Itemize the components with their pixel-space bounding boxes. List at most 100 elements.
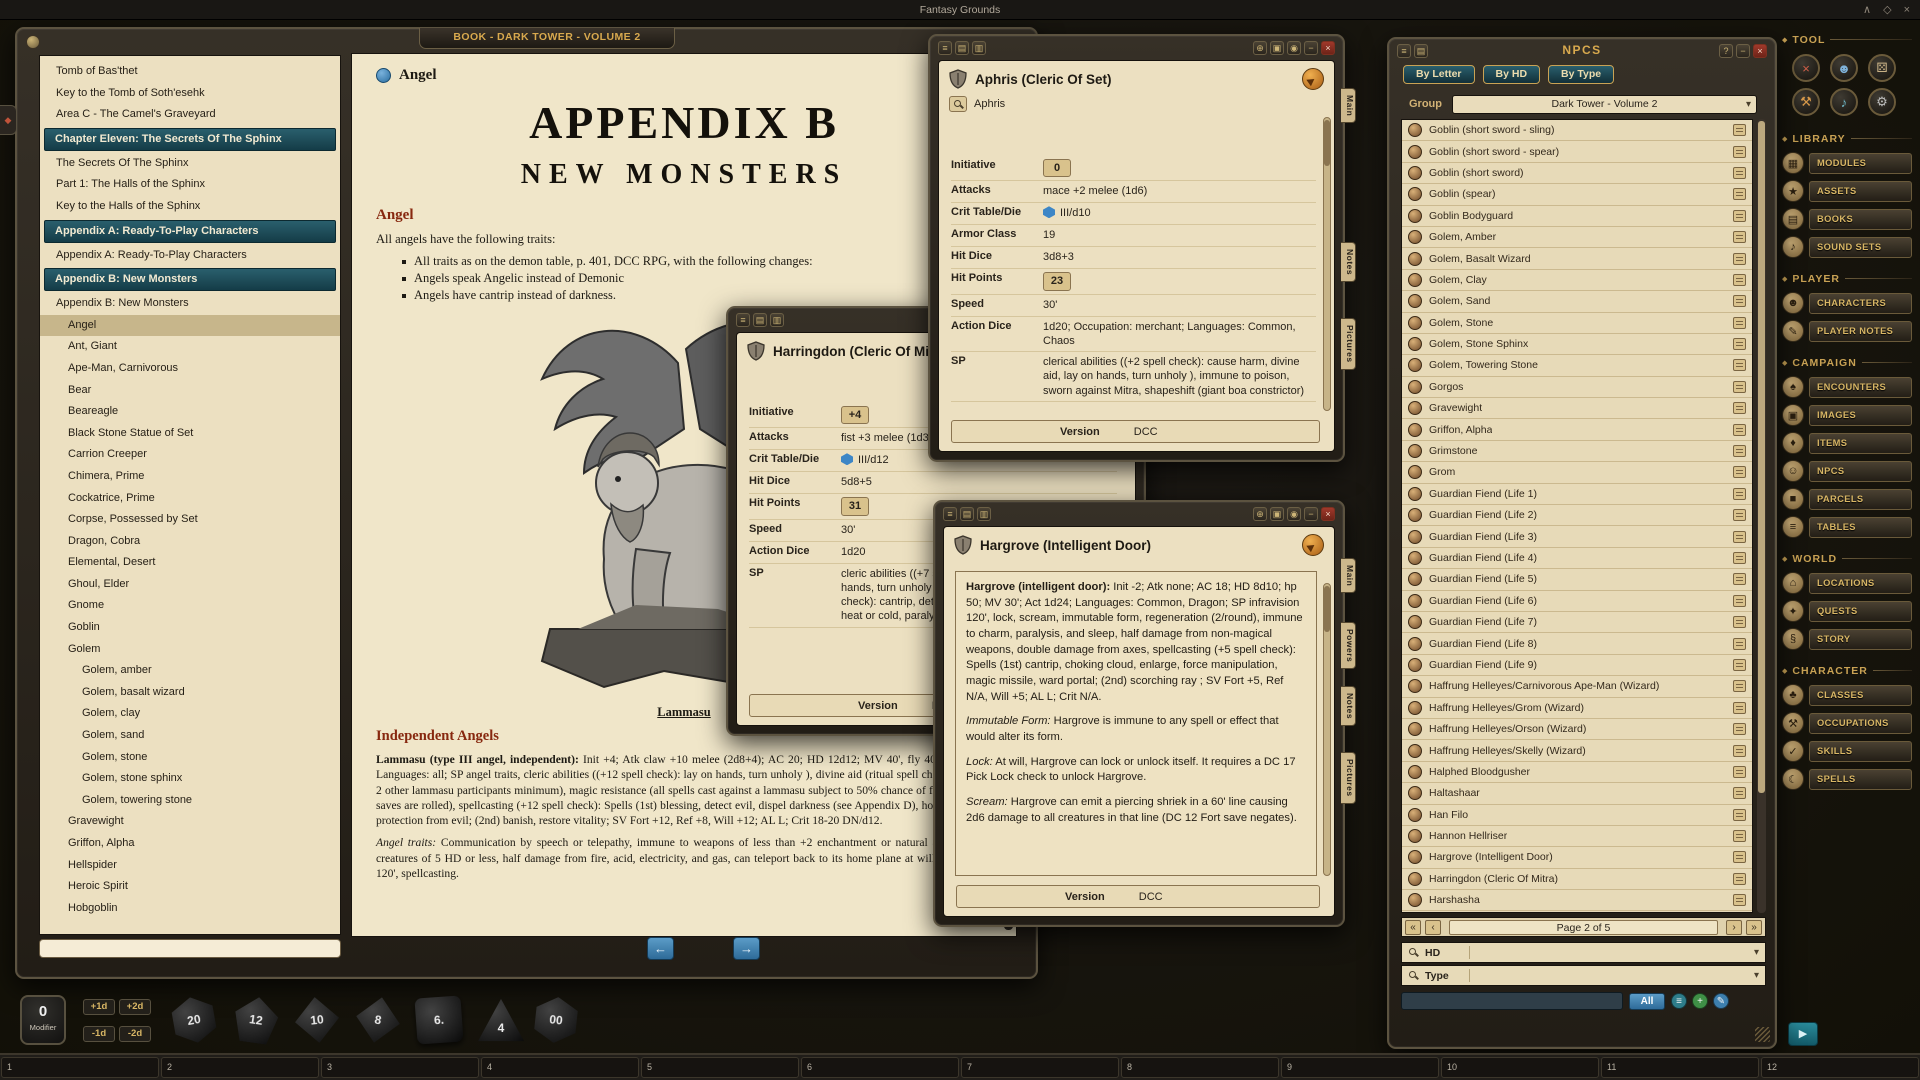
npc-list-item[interactable]: Golem, Towering Stone bbox=[1402, 355, 1752, 376]
toc-item[interactable]: Angel bbox=[40, 315, 340, 337]
next-page-button[interactable]: › bbox=[1726, 920, 1742, 935]
toc-item[interactable]: Tomb of Bas'thet bbox=[40, 61, 340, 83]
zoom-icon[interactable]: ⊕ bbox=[1253, 507, 1267, 521]
group-select[interactable]: Dark Tower - Volume 2 ▾ bbox=[1452, 95, 1757, 114]
dice-tower-icon[interactable]: ⚄ bbox=[1868, 54, 1896, 82]
npc-list-item[interactable]: Guardian Fiend (Life 9) bbox=[1402, 655, 1752, 676]
hotkey-slot-9[interactable]: 9 bbox=[1281, 1057, 1439, 1078]
lock-icon[interactable]: ▣ bbox=[1270, 41, 1284, 55]
npc-list-item[interactable]: Goblin (short sword - sling) bbox=[1402, 120, 1752, 141]
sort-button-by-letter[interactable]: By Letter bbox=[1403, 65, 1475, 84]
stat-value-box[interactable]: 23 bbox=[1043, 272, 1071, 290]
npc-list-item[interactable]: Guardian Fiend (Life 5) bbox=[1402, 569, 1752, 590]
npc-list-item[interactable]: Haffrung Helleyes/Carnivorous Ape-Man (W… bbox=[1402, 676, 1752, 697]
npc-list-item[interactable]: Gorgos bbox=[1402, 377, 1752, 398]
npc-list-item[interactable]: Guardian Fiend (Life 7) bbox=[1402, 612, 1752, 633]
open-record-icon[interactable] bbox=[1733, 317, 1746, 329]
open-record-icon[interactable] bbox=[1733, 830, 1746, 842]
minimize-icon[interactable]: − bbox=[1736, 44, 1750, 58]
toc-item[interactable]: Golem, basalt wizard bbox=[40, 682, 340, 704]
npc-list-item[interactable]: Haffrung Helleyes/Orson (Wizard) bbox=[1402, 719, 1752, 740]
sidebar-item-story[interactable]: §STORY bbox=[1782, 628, 1912, 650]
last-page-button[interactable]: » bbox=[1746, 920, 1762, 935]
hotkey-slot-5[interactable]: 5 bbox=[641, 1057, 799, 1078]
sort-button-by-type[interactable]: By Type bbox=[1548, 65, 1614, 84]
sidebar-item-locations[interactable]: ⌂LOCATIONS bbox=[1782, 572, 1912, 594]
npc-list-item[interactable]: Guardian Fiend (Life 2) bbox=[1402, 505, 1752, 526]
open-record-icon[interactable] bbox=[1733, 552, 1746, 564]
npc-list-item[interactable]: Harringdon (Cleric Of Mitra) bbox=[1402, 869, 1752, 890]
open-record-icon[interactable] bbox=[1733, 167, 1746, 179]
open-record-icon[interactable] bbox=[1733, 659, 1746, 671]
notes-icon[interactable]: ▥ bbox=[770, 313, 784, 327]
npc-list-item[interactable]: Guardian Fiend (Life 6) bbox=[1402, 591, 1752, 612]
open-record-icon[interactable] bbox=[1733, 787, 1746, 799]
npc-list-item[interactable]: Golem, Clay bbox=[1402, 270, 1752, 291]
sidebar-item-quests[interactable]: ✦QUESTS bbox=[1782, 600, 1912, 622]
open-record-icon[interactable] bbox=[1733, 509, 1746, 521]
list-scrollbar-thumb[interactable] bbox=[1758, 121, 1765, 793]
sidebar-item-sound-sets[interactable]: ♪SOUND SETS bbox=[1782, 236, 1912, 258]
npc-list-item[interactable]: Griffon, Alpha bbox=[1402, 419, 1752, 440]
lock-icon[interactable]: ▣ bbox=[1270, 507, 1284, 521]
modifier-button-plus1d[interactable]: +1d bbox=[83, 999, 115, 1015]
tab-notes[interactable]: Notes bbox=[1341, 242, 1356, 282]
npc-list-item[interactable]: Gravewight bbox=[1402, 398, 1752, 419]
sheet-scrollbar-thumb[interactable] bbox=[1324, 120, 1330, 166]
record-link-icon[interactable] bbox=[376, 68, 391, 83]
toc-item[interactable]: Ape-Man, Carnivorous bbox=[40, 358, 340, 380]
toc-item[interactable]: Golem bbox=[40, 639, 340, 661]
sidebar-item-skills[interactable]: ✓SKILLS bbox=[1782, 740, 1912, 762]
toc-item[interactable]: Golem, clay bbox=[40, 703, 340, 725]
toc-item[interactable]: Part 1: The Halls of the Sphinx bbox=[40, 174, 340, 196]
clear-targets-icon[interactable]: × bbox=[1792, 54, 1820, 82]
toc-item[interactable]: Appendix B: New Monsters bbox=[40, 293, 340, 315]
sidebar-item-characters[interactable]: ☻CHARACTERS bbox=[1782, 292, 1912, 314]
sidebar-item-parcels[interactable]: ■PARCELS bbox=[1782, 488, 1912, 510]
open-record-icon[interactable] bbox=[1733, 295, 1746, 307]
chevron-down-icon[interactable]: ▾ bbox=[1754, 970, 1759, 981]
sidebar-item-encounters[interactable]: ♠ENCOUNTERS bbox=[1782, 376, 1912, 398]
open-record-icon[interactable] bbox=[1733, 894, 1746, 906]
open-record-icon[interactable] bbox=[1733, 381, 1746, 393]
npc-list-item[interactable]: Goblin (short sword) bbox=[1402, 163, 1752, 184]
open-record-icon[interactable] bbox=[1733, 745, 1746, 757]
chevron-down-icon[interactable]: ▾ bbox=[1754, 947, 1759, 958]
open-record-icon[interactable] bbox=[1733, 680, 1746, 692]
toc-item[interactable]: Golem, amber bbox=[40, 660, 340, 682]
token-icon[interactable]: ▤ bbox=[1414, 44, 1428, 58]
options-icon[interactable]: ⚙ bbox=[1868, 88, 1896, 116]
open-record-icon[interactable] bbox=[1733, 338, 1746, 350]
collapse-icon[interactable]: ∧ bbox=[1863, 0, 1871, 20]
npc-list-item[interactable]: Guardian Fiend (Life 1) bbox=[1402, 484, 1752, 505]
minimize-icon[interactable]: − bbox=[1304, 41, 1318, 55]
npc-list-item[interactable]: Golem, Sand bbox=[1402, 291, 1752, 312]
toc-item[interactable]: Elemental, Desert bbox=[40, 552, 340, 574]
toc-item[interactable]: Key to the Halls of the Sphinx bbox=[40, 196, 340, 218]
tab-notes[interactable]: Notes bbox=[1341, 686, 1356, 726]
toc-item[interactable]: Carrion Creeper bbox=[40, 444, 340, 466]
open-record-icon[interactable] bbox=[1733, 488, 1746, 500]
token-icon[interactable]: ▤ bbox=[960, 507, 974, 521]
sidebar-item-classes[interactable]: ♣CLASSES bbox=[1782, 684, 1912, 706]
toc-item[interactable]: Golem, stone sphinx bbox=[40, 768, 340, 790]
stat-value-box[interactable]: 31 bbox=[841, 497, 869, 515]
open-record-icon[interactable] bbox=[1733, 531, 1746, 543]
open-record-icon[interactable] bbox=[1733, 188, 1746, 200]
sound-icon[interactable]: ♪ bbox=[1830, 88, 1858, 116]
toc-item[interactable]: Cockatrice, Prime bbox=[40, 488, 340, 510]
next-page-button[interactable]: → bbox=[733, 937, 760, 960]
sidebar-item-npcs[interactable]: ☺NPCS bbox=[1782, 460, 1912, 482]
add-button[interactable]: + bbox=[1692, 993, 1708, 1009]
open-record-icon[interactable] bbox=[1733, 274, 1746, 286]
toc-item[interactable]: Hobgoblin bbox=[40, 898, 340, 920]
close-icon[interactable]: × bbox=[1321, 507, 1335, 521]
hotkey-slot-7[interactable]: 7 bbox=[961, 1057, 1119, 1078]
tab-pictures[interactable]: Pictures bbox=[1341, 752, 1356, 804]
tab-main[interactable]: Main bbox=[1341, 88, 1356, 123]
hotkey-slot-2[interactable]: 2 bbox=[161, 1057, 319, 1078]
modifier-box[interactable]: 0 Modifier bbox=[20, 995, 66, 1045]
npc-list-item[interactable]: Guardian Fiend (Life 3) bbox=[1402, 526, 1752, 547]
help-icon[interactable]: ? bbox=[1719, 44, 1733, 58]
edit-button[interactable]: ✎ bbox=[1713, 993, 1729, 1009]
